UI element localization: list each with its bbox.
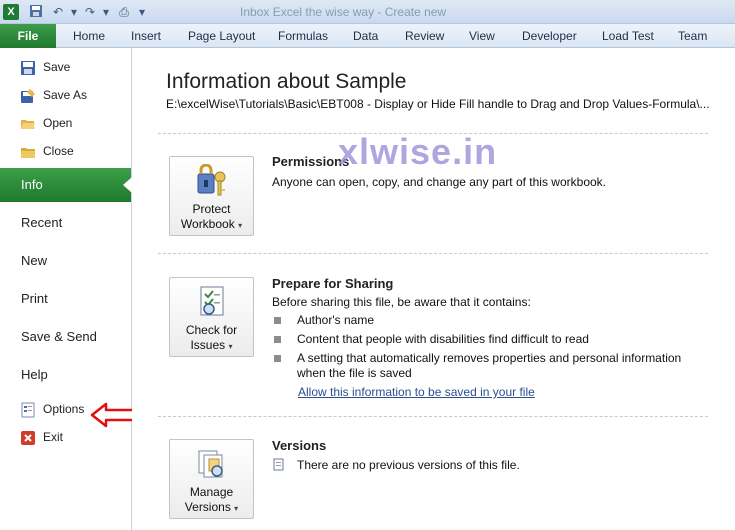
versions-text: There are no previous versions of this f… <box>297 458 520 472</box>
window-title: Inbox Excel the wise way - Create new <box>240 5 447 19</box>
bullet <box>274 317 281 324</box>
tab-data[interactable]: Data <box>353 24 378 48</box>
options-icon <box>20 402 36 418</box>
save-label: Save <box>43 60 71 74</box>
tab-file[interactable]: File <box>0 24 56 48</box>
print-label: Print <box>21 291 48 306</box>
info-panel: Information about Sample E:\excelWise\Tu… <box>132 48 735 530</box>
dropdown-icon[interactable]: ▾ <box>98 4 114 20</box>
backstage-nav: Save Save As Open Close Info Recent New … <box>0 48 132 530</box>
print-preview-icon[interactable]: ⎙ <box>116 4 132 20</box>
save-icon[interactable] <box>28 4 44 20</box>
excel-app-icon[interactable]: X <box>3 4 19 20</box>
check-issues-label-1: Check for <box>185 323 238 337</box>
manage-versions-label-2: Versions ▾ <box>170 500 253 514</box>
file-path: E:\excelWise\Tutorials\Basic\EBT008 - Di… <box>166 97 710 111</box>
versions-heading: Versions <box>272 438 327 453</box>
check-for-issues-button[interactable]: Check for Issues ▾ <box>169 277 254 357</box>
tab-developer[interactable]: Developer <box>522 24 577 48</box>
manage-versions-button[interactable]: Manage Versions ▾ <box>169 439 254 519</box>
sharing-bullet-auto-remove: A setting that automatically removes pro… <box>297 351 682 365</box>
protect-label-1: Protect <box>192 202 231 216</box>
nav-item-new[interactable]: New <box>0 244 131 278</box>
save-as-icon <box>20 88 36 104</box>
dropdown-icon[interactable]: ▾ <box>66 4 82 20</box>
version-document-icon <box>272 458 285 471</box>
protect-workbook-button[interactable]: Protect Workbook ▾ <box>169 156 254 236</box>
ribbon-tabs: File Home Insert Page Layout Formulas Da… <box>0 24 735 48</box>
sharing-bullet-authors-name: Author's name <box>297 313 374 327</box>
info-label: Info <box>21 177 43 192</box>
tab-review[interactable]: Review <box>405 24 444 48</box>
save-command[interactable]: Save <box>0 56 131 80</box>
close-command[interactable]: Close <box>0 140 131 164</box>
tab-home[interactable]: Home <box>73 24 105 48</box>
options-label: Options <box>43 402 85 416</box>
undo-icon[interactable]: ↶ <box>50 4 66 20</box>
close-label: Close <box>43 144 74 158</box>
save-send-label: Save & Send <box>21 329 97 344</box>
permissions-text: Anyone can open, copy, and change any pa… <box>272 175 606 189</box>
divider <box>158 253 708 254</box>
lock-keys-icon <box>195 163 229 198</box>
open-folder-icon <box>20 116 36 132</box>
sharing-heading: Prepare for Sharing <box>272 276 394 291</box>
sharing-text: Before sharing this file, be aware that … <box>272 295 531 309</box>
sharing-bullet-accessibility: Content that people with disabilities fi… <box>297 332 589 346</box>
close-folder-icon <box>20 144 36 160</box>
bullet <box>274 355 281 362</box>
exit-label: Exit <box>43 430 64 444</box>
exit-icon <box>20 430 36 446</box>
tab-formulas[interactable]: Formulas <box>278 24 328 48</box>
protect-label-2-text: Workbook <box>180 217 235 231</box>
help-label: Help <box>21 367 48 382</box>
page-title: Information about Sample <box>166 70 407 93</box>
tab-page-layout[interactable]: Page Layout <box>188 24 255 48</box>
dropdown-caret-icon: ▾ <box>238 221 243 230</box>
save-as-command[interactable]: Save As <box>0 84 131 108</box>
inspect-document-icon <box>195 285 229 319</box>
save-as-label: Save As <box>43 88 88 102</box>
tab-view[interactable]: View <box>469 24 495 48</box>
exit-command[interactable]: Exit <box>0 426 131 450</box>
manage-versions-label-2-text: Versions <box>184 500 231 514</box>
dropdown-caret-icon: ▾ <box>228 342 233 351</box>
open-command[interactable]: Open <box>0 112 131 136</box>
tab-team[interactable]: Team <box>678 24 707 48</box>
nav-item-info[interactable]: Info <box>0 168 132 202</box>
open-label: Open <box>43 116 73 130</box>
recent-label: Recent <box>21 215 63 230</box>
nav-item-print[interactable]: Print <box>0 282 131 316</box>
tab-load-test[interactable]: Load Test <box>602 24 654 48</box>
new-label: New <box>21 253 48 268</box>
selected-arrow-icon <box>123 177 132 193</box>
save-icon <box>20 60 36 76</box>
manage-versions-label-1: Manage <box>189 485 234 499</box>
dropdown-caret-icon: ▾ <box>234 504 239 513</box>
bullet <box>274 336 281 343</box>
redo-icon[interactable]: ↷ <box>82 4 98 20</box>
tab-insert[interactable]: Insert <box>131 24 161 48</box>
check-issues-label-2-text: Issues <box>190 338 226 352</box>
watermark: xlwise.in <box>338 131 498 172</box>
nav-item-recent[interactable]: Recent <box>0 206 131 240</box>
customize-qat-icon[interactable]: ▾ <box>134 4 150 20</box>
divider <box>158 416 708 417</box>
nav-item-help[interactable]: Help <box>0 358 131 392</box>
nav-item-save-send[interactable]: Save & Send <box>0 320 131 354</box>
allow-info-link[interactable]: Allow this information to be saved in yo… <box>298 385 535 399</box>
title-bar: X ↶ ▾ ↷ ▾ ⎙ ▾ Inbox Excel the wise way -… <box>0 0 735 24</box>
sharing-bullet-auto-remove-cont: when the file is saved <box>297 366 412 380</box>
protect-label-2: Workbook ▾ <box>170 217 253 231</box>
check-issues-label-2: Issues ▾ <box>170 338 253 352</box>
versions-icon <box>195 447 229 481</box>
